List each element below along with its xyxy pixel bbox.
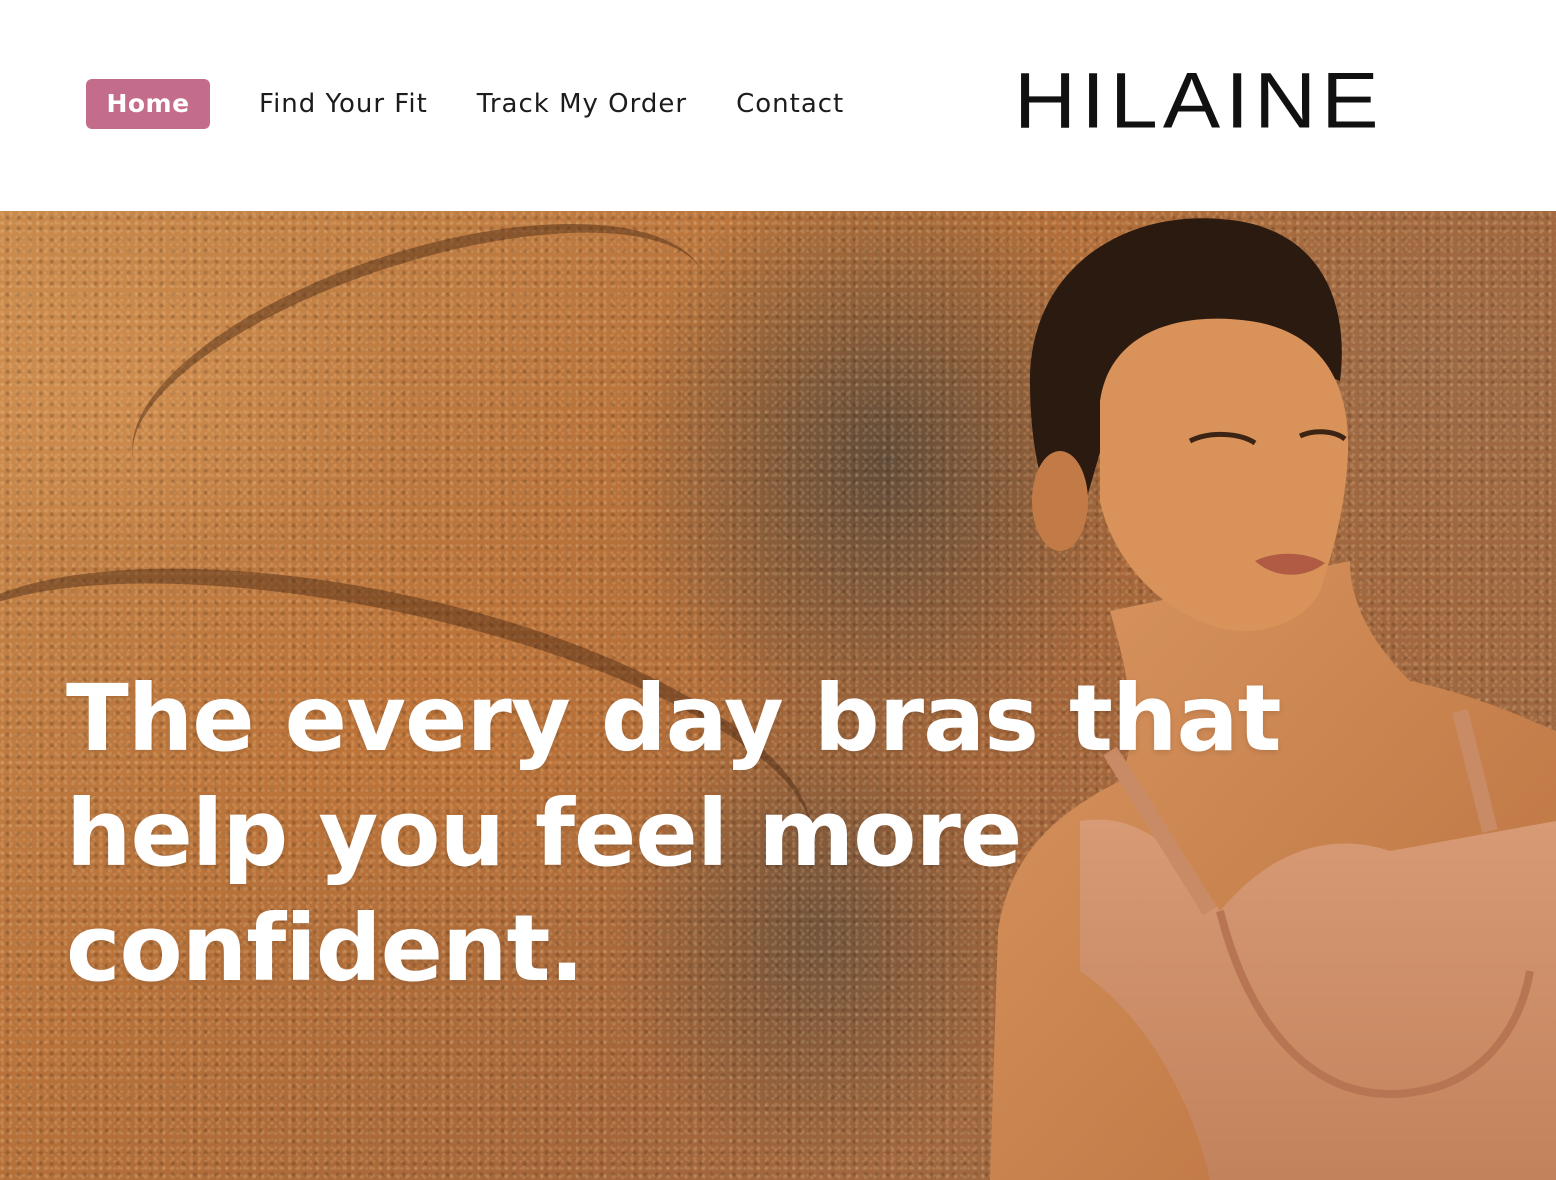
nav-track-my-order-link[interactable]: Track My Order xyxy=(477,79,687,129)
hero-headline-line-3: confident. xyxy=(66,895,584,1002)
brand-logo[interactable]: HILAINE xyxy=(1014,61,1384,140)
hero-headline: The every day bras that help you feel mo… xyxy=(66,661,1286,1006)
main-nav: Home Find Your Fit Track My Order Contac… xyxy=(86,79,844,129)
nav-home-link[interactable]: Home xyxy=(86,79,210,129)
hero-banner: The every day bras that help you feel mo… xyxy=(0,211,1556,1180)
hero-headline-line-1: The every day bras that xyxy=(66,665,1282,772)
nav-find-your-fit-link[interactable]: Find Your Fit xyxy=(259,79,428,129)
hero-headline-line-2: help you feel more xyxy=(66,780,1022,887)
site-header: Home Find Your Fit Track My Order Contac… xyxy=(0,0,1556,211)
nav-contact-link[interactable]: Contact xyxy=(736,79,844,129)
